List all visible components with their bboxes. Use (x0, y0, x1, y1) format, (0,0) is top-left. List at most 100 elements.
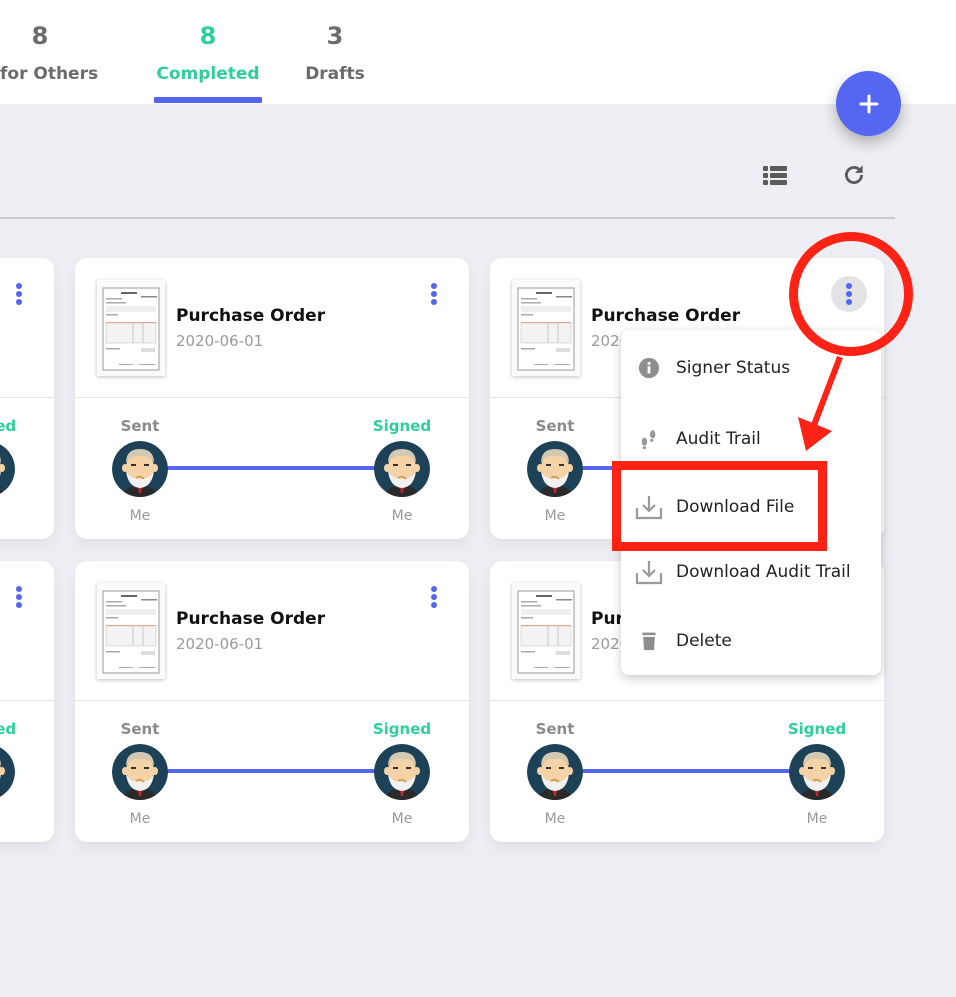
document-preview-icon (517, 590, 575, 674)
document-card[interactable]: Signed (0, 561, 54, 842)
sent-label: Sent (120, 417, 160, 435)
tab-count: 8 (31, 22, 49, 50)
signing-progress-line (580, 769, 795, 773)
user-avatar-icon (112, 441, 168, 497)
sender-name: Me (129, 508, 151, 524)
more-options-button[interactable] (831, 276, 867, 312)
signer-avatar (0, 441, 15, 497)
download-icon (635, 493, 663, 521)
download-icon (635, 558, 663, 586)
document-card[interactable]: Purchase Order 2020-06-01 Sent Signed Me… (75, 561, 469, 842)
dot (431, 299, 437, 305)
document-actions-menu: Signer Status Audit Trail Download File … (621, 330, 881, 675)
tab-count: 3 (326, 22, 344, 50)
user-avatar-icon (527, 441, 583, 497)
dot (846, 291, 852, 297)
menu-item-signer-status[interactable]: Signer Status (621, 343, 881, 393)
sender-avatar (527, 744, 583, 800)
user-avatar-icon (112, 744, 168, 800)
signer-name: Me (391, 811, 413, 827)
document-thumbnail[interactable] (97, 583, 165, 679)
more-options-button[interactable] (416, 579, 452, 615)
refresh-button[interactable] (840, 161, 868, 189)
document-thumbnail[interactable] (512, 583, 580, 679)
document-preview-icon (102, 590, 160, 674)
refresh-icon (845, 165, 863, 184)
active-tab-indicator (154, 97, 262, 103)
dot (431, 291, 437, 297)
menu-item-label: Signer Status (676, 358, 791, 378)
plus-icon (859, 94, 878, 113)
tab-label: Drafts (305, 64, 365, 84)
sender-name: Me (544, 811, 566, 827)
dot (16, 291, 22, 297)
more-options-button[interactable] (1, 276, 37, 312)
signer-name: Me (806, 811, 828, 827)
menu-item-label: Delete (676, 631, 732, 651)
tab-completed[interactable]: 8 Completed (154, 18, 262, 94)
user-avatar-icon (374, 441, 430, 497)
document-thumbnail[interactable] (512, 280, 580, 376)
sender-avatar (112, 744, 168, 800)
signer-avatar (374, 441, 430, 497)
dot (431, 594, 437, 600)
signer-avatar (789, 744, 845, 800)
menu-item-delete[interactable]: Delete (621, 616, 881, 666)
signer-avatar (0, 744, 15, 800)
tab-label: Completed (156, 64, 260, 84)
footsteps-icon (635, 425, 663, 453)
trash-icon (635, 627, 663, 655)
dot (16, 283, 22, 289)
list-view-button[interactable] (761, 161, 789, 189)
user-avatar-icon (789, 744, 845, 800)
menu-item-label: Download Audit Trail (676, 562, 851, 582)
user-avatar-icon (374, 744, 430, 800)
signer-avatar (374, 744, 430, 800)
sender-avatar (527, 441, 583, 497)
new-document-button[interactable] (836, 71, 901, 136)
tab-label: g for Others (0, 64, 99, 84)
signing-progress-line (165, 769, 380, 773)
document-card[interactable]: Purchase Order 2020-06-01 Sent Signed Me… (75, 258, 469, 539)
menu-item-download-audit-trail[interactable]: Download Audit Trail (621, 547, 881, 597)
document-preview-icon (517, 287, 575, 371)
document-thumbnail[interactable] (97, 280, 165, 376)
menu-item-audit-trail[interactable]: Audit Trail (621, 414, 881, 464)
tab-drafts[interactable]: 3 Drafts (300, 18, 370, 94)
document-card[interactable]: Purchase Order 2020-06-01 Signed (0, 258, 54, 539)
info-icon (635, 354, 663, 382)
signed-label: Signed (372, 720, 432, 738)
more-options-button[interactable] (416, 276, 452, 312)
signer-name: Me (391, 508, 413, 524)
document-title: Purchase Order (176, 609, 326, 629)
signed-label: Signed (787, 720, 847, 738)
document-date: 2020-06-01 (176, 635, 264, 653)
menu-item-label: Audit Trail (676, 429, 761, 449)
sent-label: Sent (535, 417, 575, 435)
user-avatar-icon (0, 747, 15, 800)
signed-label: Signed (372, 417, 432, 435)
list-view-icon (763, 166, 787, 185)
signing-progress-line (165, 466, 380, 470)
sender-avatar (112, 441, 168, 497)
sender-name: Me (129, 811, 151, 827)
status-tab-bar: 8 g for Others 8 Completed 3 Drafts (0, 0, 956, 104)
dot (16, 594, 22, 600)
document-title: Purchase Order (176, 306, 326, 326)
more-options-button[interactable] (1, 579, 37, 615)
signed-label: Signed (0, 720, 17, 738)
menu-item-label: Download File (676, 497, 795, 517)
menu-item-download-file[interactable]: Download File (621, 482, 881, 532)
dot (846, 299, 852, 305)
user-avatar-icon (0, 444, 15, 497)
toolbar-divider (0, 217, 895, 219)
dot (846, 283, 852, 289)
signed-label: Signed (0, 417, 17, 435)
dot (431, 602, 437, 608)
tab-waiting-for-others[interactable]: 8 g for Others (0, 18, 108, 94)
dot (431, 586, 437, 592)
sent-label: Sent (120, 720, 160, 738)
tab-count: 8 (199, 22, 217, 50)
document-preview-icon (102, 287, 160, 371)
sent-label: Sent (535, 720, 575, 738)
